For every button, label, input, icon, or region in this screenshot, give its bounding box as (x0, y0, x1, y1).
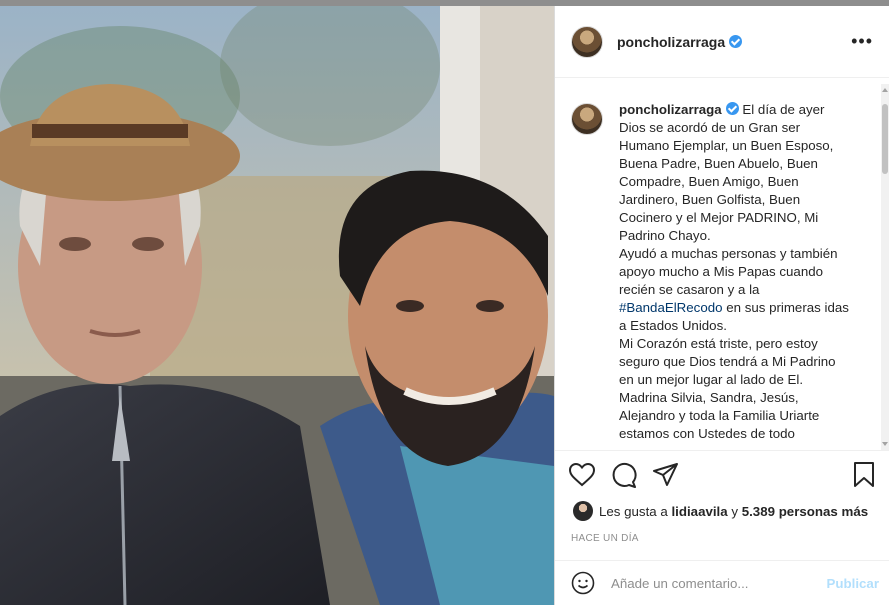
caption-text-part-4: Mi Corazón está triste, pero estoy segur… (619, 336, 836, 441)
comment-icon[interactable] (611, 462, 637, 488)
caption: poncholizarraga El día de ayer Dios se a… (555, 79, 889, 443)
publish-button[interactable]: Publicar (827, 576, 879, 591)
post-actions: Les gusta a lidiaavila y 5.389 personas … (555, 450, 889, 560)
likes-count-link[interactable]: 5.389 personas más (742, 504, 868, 519)
caption-scrollbar[interactable] (881, 84, 889, 450)
scroll-down-icon[interactable] (882, 442, 888, 446)
bookmark-save-icon[interactable] (853, 462, 875, 488)
share-send-icon[interactable] (653, 463, 679, 487)
action-icons (555, 451, 889, 489)
caption-text: poncholizarraga El día de ayer Dios se a… (619, 101, 851, 443)
caption-text-part-1: El día de ayer Dios se acordó de un Gran… (619, 102, 834, 243)
author-avatar[interactable] (571, 25, 603, 58)
hashtag-link[interactable]: #BandaElRecodo (619, 300, 723, 315)
more-options-icon[interactable]: ••• (851, 31, 873, 52)
scroll-up-icon[interactable] (882, 88, 888, 92)
caption-avatar[interactable] (571, 103, 603, 135)
post-detail-panel: poncholizarraga ••• poncholizarraga El d… (554, 6, 889, 605)
caption-username[interactable]: poncholizarraga (619, 102, 722, 117)
post-header: poncholizarraga ••• (555, 6, 889, 78)
post-photo-image (0, 6, 554, 605)
verified-badge-icon (729, 35, 743, 48)
likes-joiner: y (731, 503, 739, 519)
liker-username[interactable]: lidiaavila (671, 504, 727, 519)
caption-verified-badge-icon (725, 102, 739, 115)
post-timestamp[interactable]: HACE UN DÍA (555, 521, 889, 544)
likes-prefix: Les gusta a (599, 503, 668, 519)
emoji-icon[interactable] (571, 571, 595, 595)
caption-section: poncholizarraga El día de ayer Dios se a… (555, 79, 889, 450)
likes-summary: Les gusta a lidiaavila y 5.389 personas … (555, 489, 889, 521)
like-heart-icon[interactable] (569, 463, 595, 487)
comment-bar: Publicar (555, 560, 889, 605)
caption-text-part-2: Ayudó a muchas personas y también apoyo … (619, 246, 838, 297)
author-username[interactable]: poncholizarraga (617, 34, 725, 50)
liker-avatar[interactable] (573, 501, 593, 521)
comment-input[interactable] (609, 574, 827, 592)
post-photo[interactable] (0, 6, 554, 605)
scroll-thumb[interactable] (882, 104, 888, 174)
